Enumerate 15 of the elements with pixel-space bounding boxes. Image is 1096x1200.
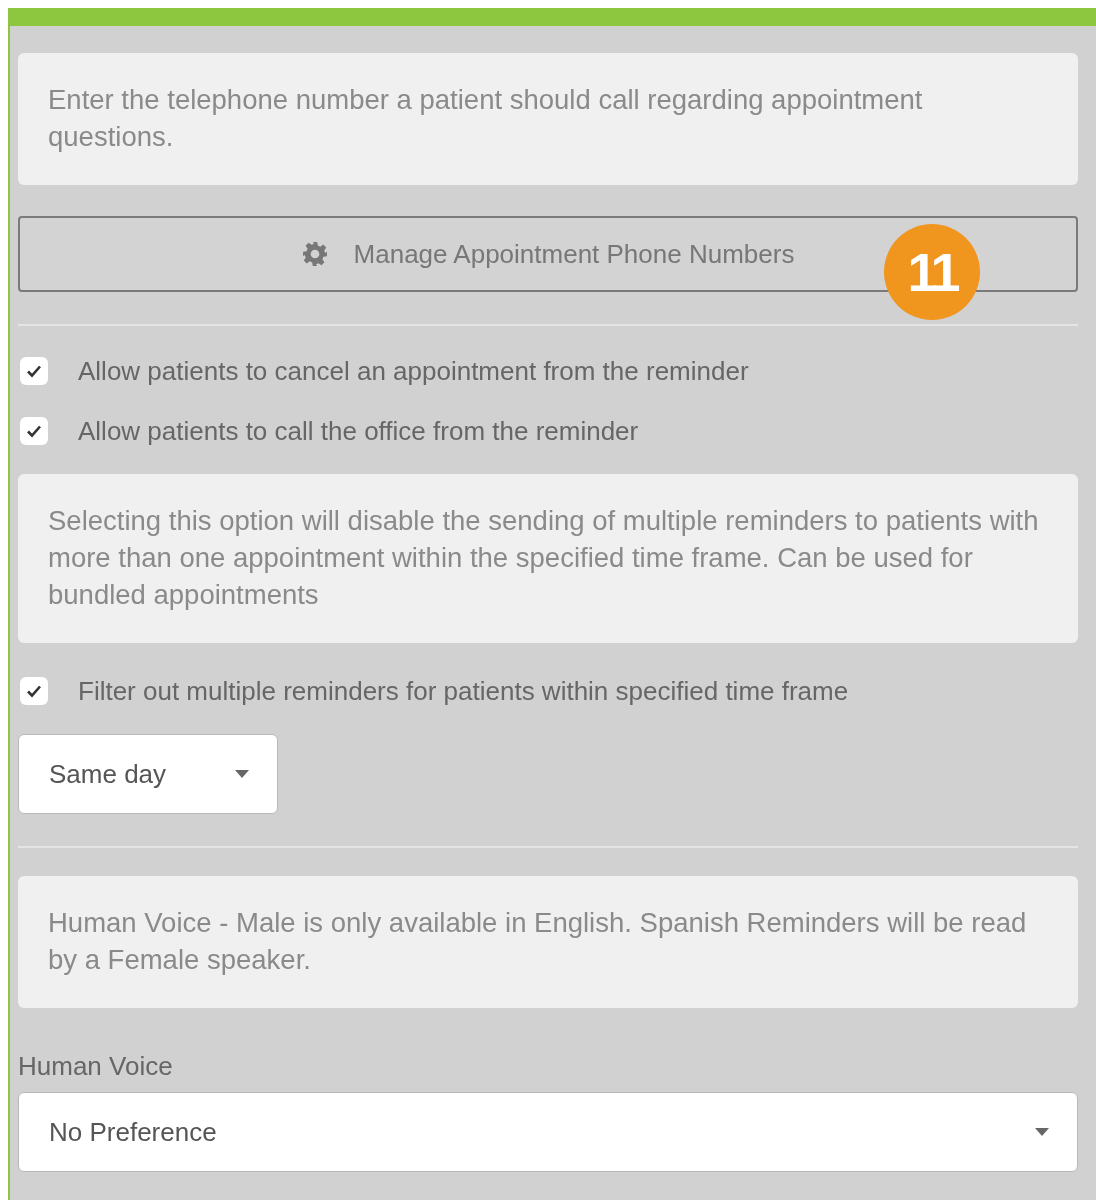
- checkbox[interactable]: [20, 357, 48, 385]
- dropdown-select[interactable]: No Preference: [18, 1092, 1078, 1172]
- caret-icon: [235, 770, 249, 778]
- gear-icon: [301, 241, 328, 267]
- info-note: Human Voice - Male is only available in English. Spanish Reminders will be read by a Female speaker.: [18, 876, 1078, 1008]
- checkbox[interactable]: [20, 417, 48, 445]
- caret-icon: [1035, 1128, 1049, 1136]
- checkbox[interactable]: [20, 677, 48, 705]
- checkbox-label: Allow patients to cancel an appointment from the reminder: [78, 355, 749, 387]
- dropdown-select[interactable]: Same day: [18, 734, 278, 814]
- checkbox-label: Allow patients to call the office from the reminder: [78, 415, 639, 447]
- checkbox-label: Filter out multiple reminders for patients within specified time frame: [78, 675, 849, 707]
- info-note: Selecting this option will disable the sending of multiple reminders to patients with more than one appointment within the specified time frame. Can be used for bundled appointments: [18, 474, 1078, 643]
- field-label: Human Voice: [18, 1051, 174, 1082]
- info-note: Enter the telephone number a patient should call regarding appointment questions.: [18, 53, 1078, 185]
